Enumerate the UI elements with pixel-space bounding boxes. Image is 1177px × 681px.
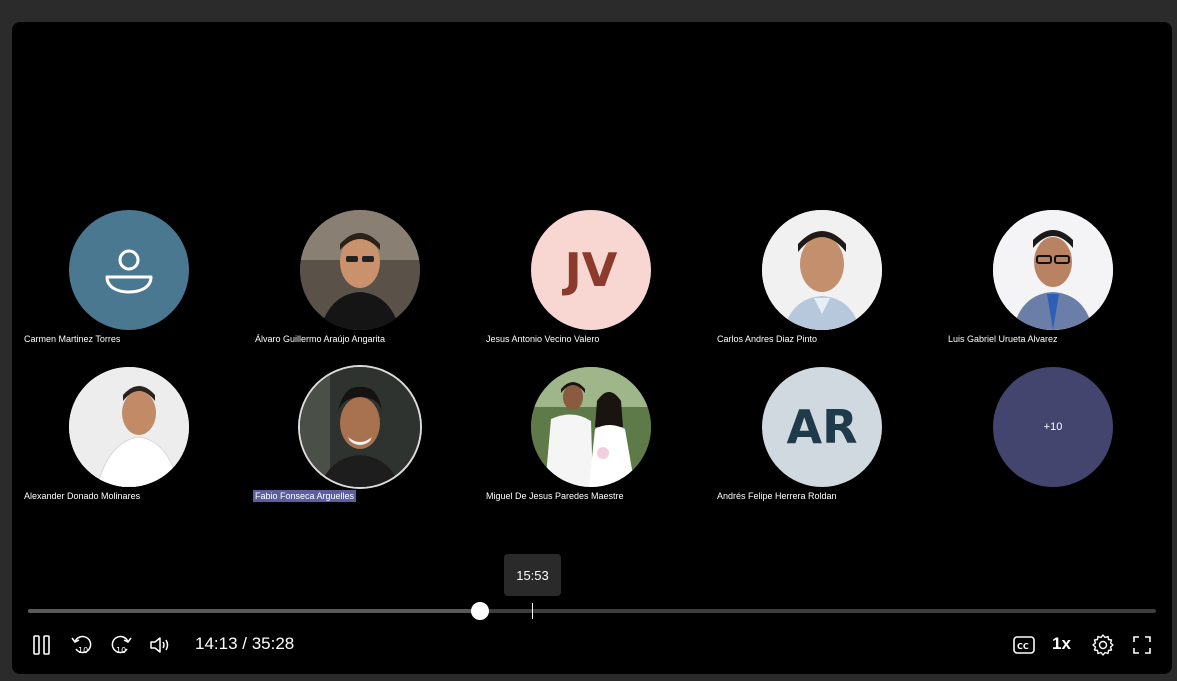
pause-button[interactable] [30,632,54,658]
settings-gear-icon [1092,634,1114,656]
svg-text:10: 10 [78,646,88,655]
person-placeholder-icon [105,249,153,294]
volume-icon [150,637,169,653]
avatar [69,367,189,487]
avatar [300,210,420,330]
participant-name: Jesus Antonio Vecino Valero [486,334,600,344]
participant-name: Fabio Fonseca Arguelles [253,490,357,502]
volume-button[interactable] [147,632,173,658]
forward-10-button[interactable]: 10 [108,632,134,658]
captions-button[interactable]: CC [1012,632,1036,658]
participant-name: Miguel De Jesus Paredes Maestre [486,491,624,501]
playback-speed-button[interactable]: 1x [1052,634,1071,654]
svg-text:CC: CC [1017,642,1029,651]
fullscreen-icon [1133,636,1151,654]
svg-text:10: 10 [116,646,126,655]
rewind-10-button[interactable]: 10 [69,632,95,658]
participant-tile: Luis Gabriel Urueta Alvarez [936,210,1156,350]
participant-photo [300,367,420,487]
avatar: AR [762,367,882,487]
avatar-initials: JV [564,243,618,297]
seek-bar-played [28,609,480,613]
video-player[interactable]: Carmen Martinez Torres Álvaro Guillermo … [12,22,1172,674]
settings-button[interactable] [1090,632,1116,658]
time-display: 14:13 / 35:28 [195,634,295,653]
avatar [531,367,651,487]
participant-name: Carlos Andres Diaz Pinto [717,334,818,344]
forward-10-icon: 10 [111,635,132,655]
participant-name: Luis Gabriel Urueta Alvarez [948,334,1058,344]
more-participants-badge[interactable]: +10 [993,367,1113,487]
rewind-10-icon: 10 [71,635,92,655]
participant-tile: Alexander Donado Molinares [12,367,232,507]
seek-hover-marker [532,603,534,619]
participant-photo [300,210,420,330]
captions-icon: CC [1013,636,1035,654]
avatar: JV [531,210,651,330]
participant-tile: Miguel De Jesus Paredes Maestre [474,367,694,507]
participant-tile: Álvaro Guillermo Araújo Angarita [243,210,463,350]
avatar [993,210,1113,330]
avatar [762,210,882,330]
participant-name: Alexander Donado Molinares [24,491,141,501]
participant-tile: Carmen Martinez Torres [12,210,232,350]
participant-photo [762,210,882,330]
participant-tile: JV Jesus Antonio Vecino Valero [474,210,694,350]
avatar [69,210,189,330]
participant-name: Andrés Felipe Herrera Roldan [717,491,837,501]
participant-tile: Fabio Fonseca Arguelles [243,367,463,507]
avatar [300,367,420,487]
participant-photo [531,367,651,487]
participant-photo [993,210,1113,330]
participant-tile: AR Andrés Felipe Herrera Roldan [705,367,925,507]
participant-name: Álvaro Guillermo Araújo Angarita [255,334,386,344]
more-participants-count: +10 [1043,421,1063,433]
seek-bar[interactable] [28,602,1156,620]
hover-time: 15:53 [516,567,549,583]
participant-name: Carmen Martinez Torres [24,334,121,344]
overflow-tile[interactable]: +10 [936,367,1156,507]
fullscreen-button[interactable] [1130,632,1154,658]
participant-photo [69,367,189,487]
avatar-initials: AR [786,400,858,454]
seek-hover-tooltip: 15:53 [504,554,561,596]
seek-thumb[interactable] [470,602,489,620]
participant-tile: Carlos Andres Diaz Pinto [705,210,925,350]
pause-icon [33,635,50,655]
